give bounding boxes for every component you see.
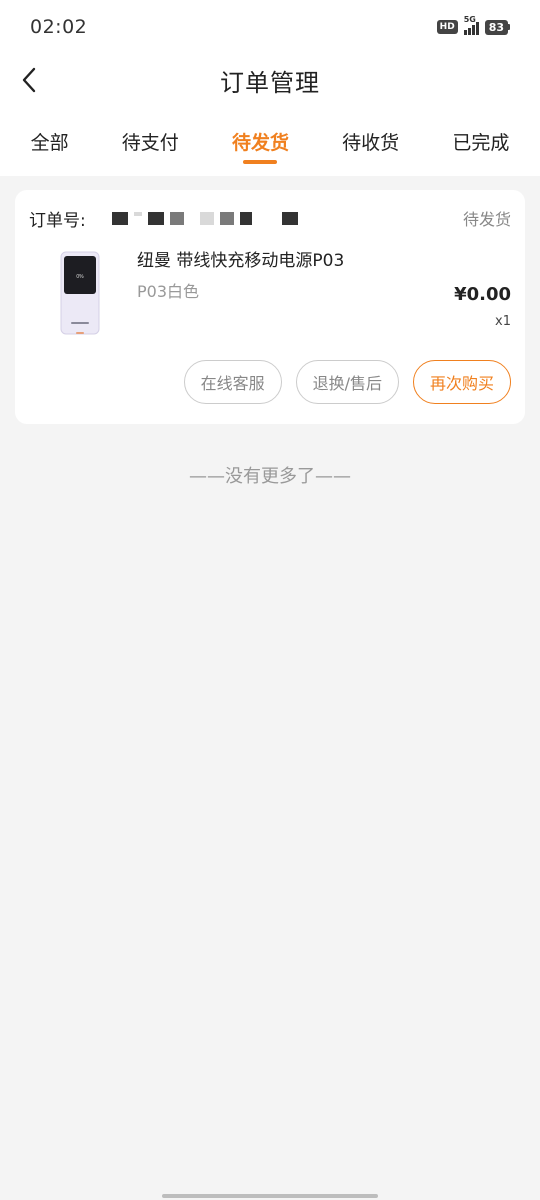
chevron-left-icon: [22, 67, 36, 93]
order-number-label: 订单号:: [29, 210, 86, 231]
network-type-label: 5G: [463, 15, 476, 24]
tab-label: 全部: [30, 131, 69, 154]
hd-icon: HD: [436, 20, 458, 34]
active-tab-indicator: [243, 160, 278, 164]
tab-pending-receipt[interactable]: 待收货: [334, 106, 407, 176]
online-service-button[interactable]: 在线客服: [183, 360, 282, 404]
order-number-redacted: [111, 211, 298, 225]
tab-completed[interactable]: 已完成: [444, 106, 517, 176]
return-exchange-button[interactable]: 退换/售后: [295, 360, 399, 404]
order-status: 待发货: [462, 210, 511, 229]
order-actions: 在线客服 退换/售后 再次购买: [183, 360, 511, 404]
product-image[interactable]: 0%: [51, 248, 113, 338]
no-more-text: ——没有更多了——: [189, 466, 351, 487]
tab-label: 待发货: [231, 131, 289, 154]
tab-all[interactable]: 全部: [23, 106, 77, 176]
back-button[interactable]: [14, 64, 46, 96]
home-indicator[interactable]: [162, 1194, 378, 1198]
product-quantity: x1: [495, 314, 511, 329]
order-number-row: 订单号: 待发货: [29, 206, 511, 231]
signal-icon: 5G: [463, 15, 479, 35]
nav-bar: 订单管理: [0, 54, 540, 106]
tab-pending-shipment[interactable]: 待发货: [224, 106, 297, 176]
buy-again-button[interactable]: 再次购买: [412, 360, 511, 404]
svg-text:0%: 0%: [76, 274, 84, 280]
page-title: 订单管理: [220, 68, 320, 97]
top-area: 02:02 HD 5G 83 订单管理 全部 待支付 待发货 待收货 已完成: [0, 0, 540, 176]
status-icons: HD 5G 83: [436, 15, 510, 35]
tab-label: 待支付: [121, 131, 179, 154]
order-tabs: 全部 待支付 待发货 待收货 已完成: [0, 106, 540, 176]
tab-pending-payment[interactable]: 待支付: [114, 106, 187, 176]
status-time: 02:02: [30, 16, 88, 38]
tab-label: 已完成: [452, 131, 510, 154]
product-price: ¥0.00: [454, 284, 511, 305]
tab-label: 待收货: [342, 131, 400, 154]
product-name[interactable]: 纽曼 带线快充移动电源P03: [137, 246, 344, 271]
status-bar: 02:02 HD 5G 83: [0, 0, 540, 54]
battery-level: 83: [484, 19, 508, 35]
order-card[interactable]: 订单号: 待发货 0% 纽曼 带线快充移动电源P03 P03白色 ¥0.00 x…: [15, 190, 525, 424]
power-bank-image: 0%: [60, 251, 100, 335]
battery-icon: 83: [484, 19, 510, 35]
product-spec: P03白色: [137, 282, 200, 301]
